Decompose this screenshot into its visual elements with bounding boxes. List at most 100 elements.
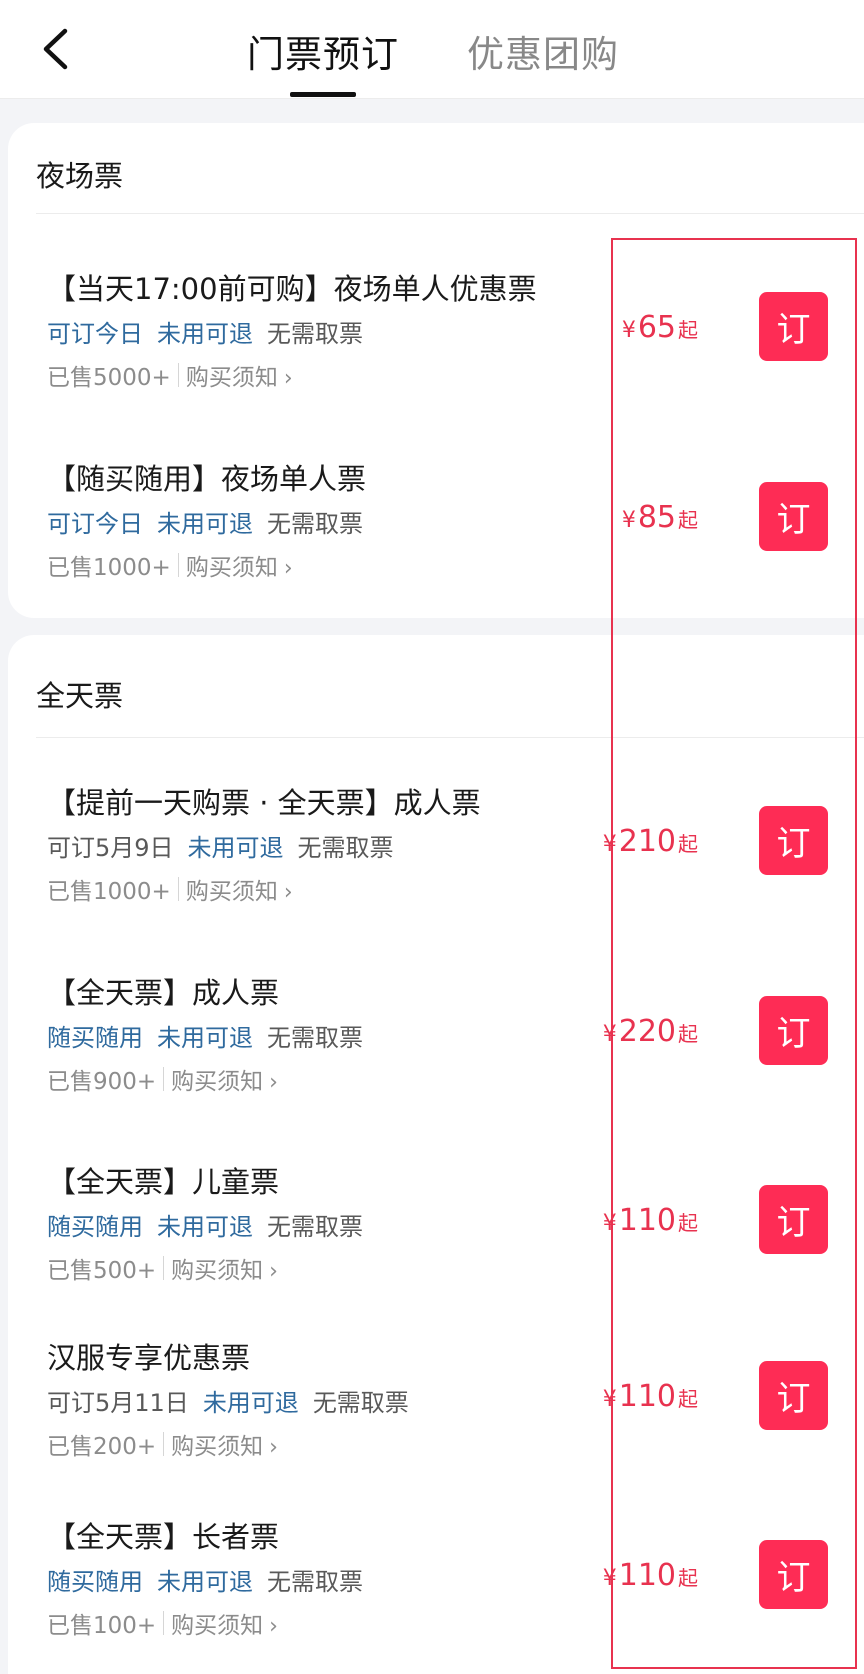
- ticket-tags: 可订今日 未用可退 无需取票: [47, 504, 377, 539]
- ticket-tag: 无需取票: [312, 1389, 409, 1417]
- section-title: 全天票: [36, 679, 124, 713]
- price-suffix: 起: [678, 1566, 698, 1590]
- purchase-notice-label: 购买须知: [185, 365, 278, 391]
- ticket-tag: 无需取票: [267, 1568, 363, 1596]
- ticket-name: 汉服专享优惠票: [47, 1341, 251, 1375]
- purchase-notice-link[interactable]: 购买须知 ›: [171, 1606, 278, 1640]
- purchase-notice-label: 购买须知: [171, 1069, 264, 1095]
- ticket-tag: 未用可退: [157, 1213, 253, 1241]
- ticket-tag: 随买随用: [47, 1213, 143, 1241]
- price-amount: 110: [618, 1379, 676, 1414]
- ticket-tag: 未用可退: [157, 1024, 253, 1052]
- ticket-tags: 随买随用 未用可退 无需取票: [47, 1207, 377, 1242]
- ticket-name: 【当天17:00前可购】夜场单人优惠票: [47, 272, 537, 306]
- price-amount: 220: [618, 1014, 676, 1049]
- purchase-notice-label: 购买须知: [171, 1613, 264, 1639]
- purchase-notice-label: 购买须知: [171, 1434, 264, 1460]
- purchase-notice-link[interactable]: 购买须知 ›: [171, 1427, 278, 1461]
- book-button[interactable]: 订: [759, 1540, 828, 1609]
- purchase-notice-link[interactable]: 购买须知 ›: [186, 358, 293, 392]
- section-divider: [36, 213, 864, 214]
- currency-symbol: ¥: [621, 318, 636, 343]
- book-button[interactable]: 订: [759, 1185, 828, 1254]
- ticket-meta: 已售500+ 购买须知 ›: [47, 1251, 278, 1285]
- price-amount: 110: [618, 1203, 676, 1238]
- ticket-name: 【提前一天购票 · 全天票】成人票: [47, 786, 481, 820]
- purchase-notice-link[interactable]: 购买须知 ›: [186, 548, 293, 582]
- ticket-meta: 已售1000+ 购买须知 ›: [47, 872, 293, 906]
- chevron-right-icon: ›: [283, 880, 293, 905]
- chevron-right-icon: ›: [283, 556, 293, 581]
- back-button[interactable]: [30, 24, 80, 74]
- ticket-tag: 未用可退: [157, 320, 253, 348]
- purchase-notice-link[interactable]: 购买须知 ›: [186, 872, 293, 906]
- section-title: 夜场票: [36, 159, 124, 193]
- price-amount: 210: [618, 824, 676, 859]
- book-button[interactable]: 订: [759, 482, 828, 551]
- ticket-price: ¥110 起: [603, 1379, 698, 1414]
- sold-count: 已售5000+: [47, 365, 171, 391]
- chevron-right-icon: ›: [283, 366, 293, 391]
- sold-count: 已售500+: [47, 1258, 157, 1284]
- book-button[interactable]: 订: [759, 996, 828, 1065]
- top-nav-bar: 门票预订 优惠团购: [0, 0, 864, 99]
- sold-count: 已售100+: [47, 1613, 157, 1639]
- purchase-notice-label: 购买须知: [185, 879, 278, 905]
- currency-symbol: ¥: [602, 832, 617, 857]
- ticket-name: 【全天票】长者票: [47, 1520, 280, 1554]
- meta-divider: [177, 877, 179, 901]
- ticket-tag: 无需取票: [267, 510, 363, 538]
- ticket-name: 【全天票】儿童票: [47, 1165, 280, 1199]
- ticket-tags: 可订5月11日 未用可退 无需取票: [47, 1383, 423, 1418]
- ticket-tag: 可订5月9日: [47, 834, 174, 862]
- sold-count: 已售200+: [47, 1434, 157, 1460]
- purchase-notice-label: 购买须知: [171, 1258, 264, 1284]
- ticket-price: ¥65 起: [622, 310, 698, 345]
- price-suffix: 起: [678, 318, 698, 342]
- meta-divider: [163, 1256, 165, 1280]
- book-button[interactable]: 订: [759, 292, 828, 361]
- chevron-right-icon: ›: [269, 1070, 278, 1095]
- purchase-notice-link[interactable]: 购买须知 ›: [171, 1062, 278, 1096]
- ticket-meta: 已售900+ 购买须知 ›: [47, 1062, 278, 1096]
- ticket-tag: 无需取票: [267, 1024, 363, 1052]
- ticket-tags: 可订今日 未用可退 无需取票: [47, 314, 377, 349]
- price-amount: 85: [637, 500, 676, 535]
- book-button[interactable]: 订: [759, 806, 828, 875]
- meta-divider: [177, 553, 179, 577]
- ticket-tag: 未用可退: [202, 1389, 299, 1417]
- ticket-meta: 已售200+ 购买须知 ›: [47, 1427, 278, 1461]
- ticket-price: ¥110 起: [603, 1558, 698, 1593]
- ticket-tag: 未用可退: [187, 834, 284, 862]
- meta-divider: [163, 1611, 165, 1635]
- ticket-tag: 未用可退: [157, 1568, 253, 1596]
- ticket-tag: 可订5月11日: [47, 1389, 189, 1417]
- price-suffix: 起: [678, 508, 698, 532]
- purchase-notice-link[interactable]: 购买须知 ›: [171, 1251, 278, 1285]
- ticket-tags: 随买随用 未用可退 无需取票: [47, 1562, 377, 1597]
- sold-count: 已售900+: [47, 1069, 157, 1095]
- sold-count: 已售1000+: [47, 879, 171, 905]
- meta-divider: [163, 1067, 165, 1091]
- ticket-tag: 可订今日: [47, 510, 143, 538]
- chevron-right-icon: ›: [269, 1614, 278, 1639]
- chevron-right-icon: ›: [269, 1259, 278, 1284]
- price-suffix: 起: [678, 1211, 698, 1235]
- ticket-meta: 已售1000+ 购买须知 ›: [47, 548, 293, 582]
- currency-symbol: ¥: [602, 1566, 617, 1591]
- ticket-meta: 已售5000+ 购买须知 ›: [47, 358, 293, 392]
- sold-count: 已售1000+: [47, 555, 171, 581]
- ticket-tag: 随买随用: [47, 1568, 143, 1596]
- ticket-tag: 无需取票: [267, 1213, 363, 1241]
- section-divider: [36, 737, 864, 738]
- meta-divider: [177, 363, 179, 387]
- ticket-tag: 未用可退: [157, 510, 253, 538]
- currency-symbol: ¥: [602, 1211, 617, 1236]
- ticket-name: 【随买随用】夜场单人票: [47, 462, 367, 496]
- tab-group-deals[interactable]: 优惠团购: [467, 24, 619, 78]
- currency-symbol: ¥: [602, 1022, 617, 1047]
- price-amount: 65: [637, 310, 676, 345]
- tab-ticket-booking[interactable]: 门票预订: [247, 24, 399, 78]
- ticket-price: ¥110 起: [603, 1203, 698, 1238]
- book-button[interactable]: 订: [759, 1361, 828, 1430]
